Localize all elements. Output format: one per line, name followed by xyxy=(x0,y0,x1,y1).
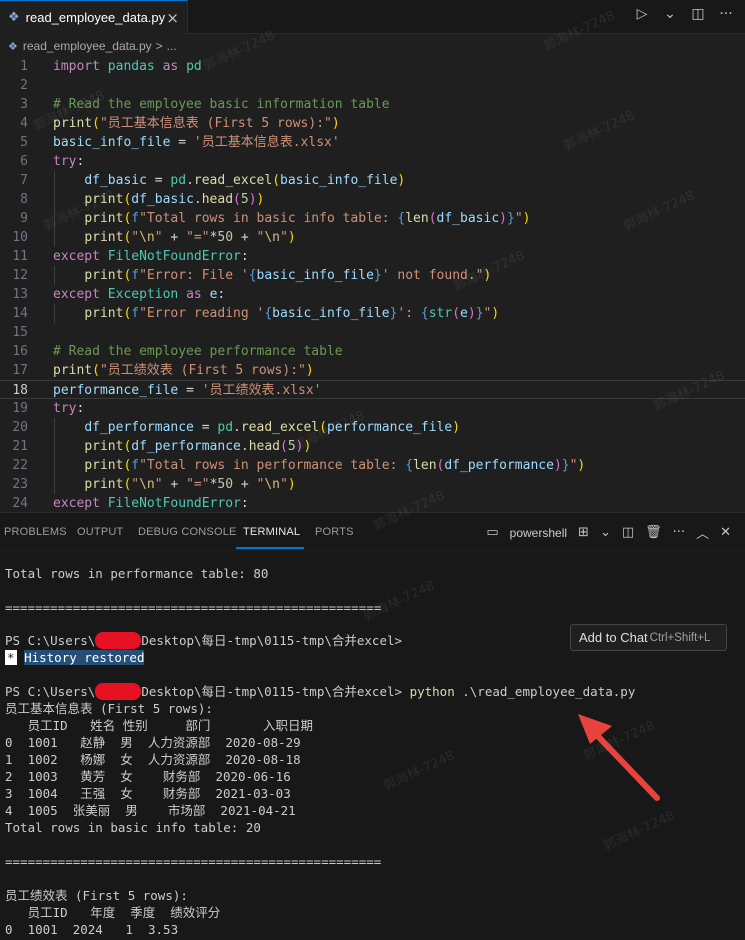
annotation-arrow xyxy=(578,714,660,801)
